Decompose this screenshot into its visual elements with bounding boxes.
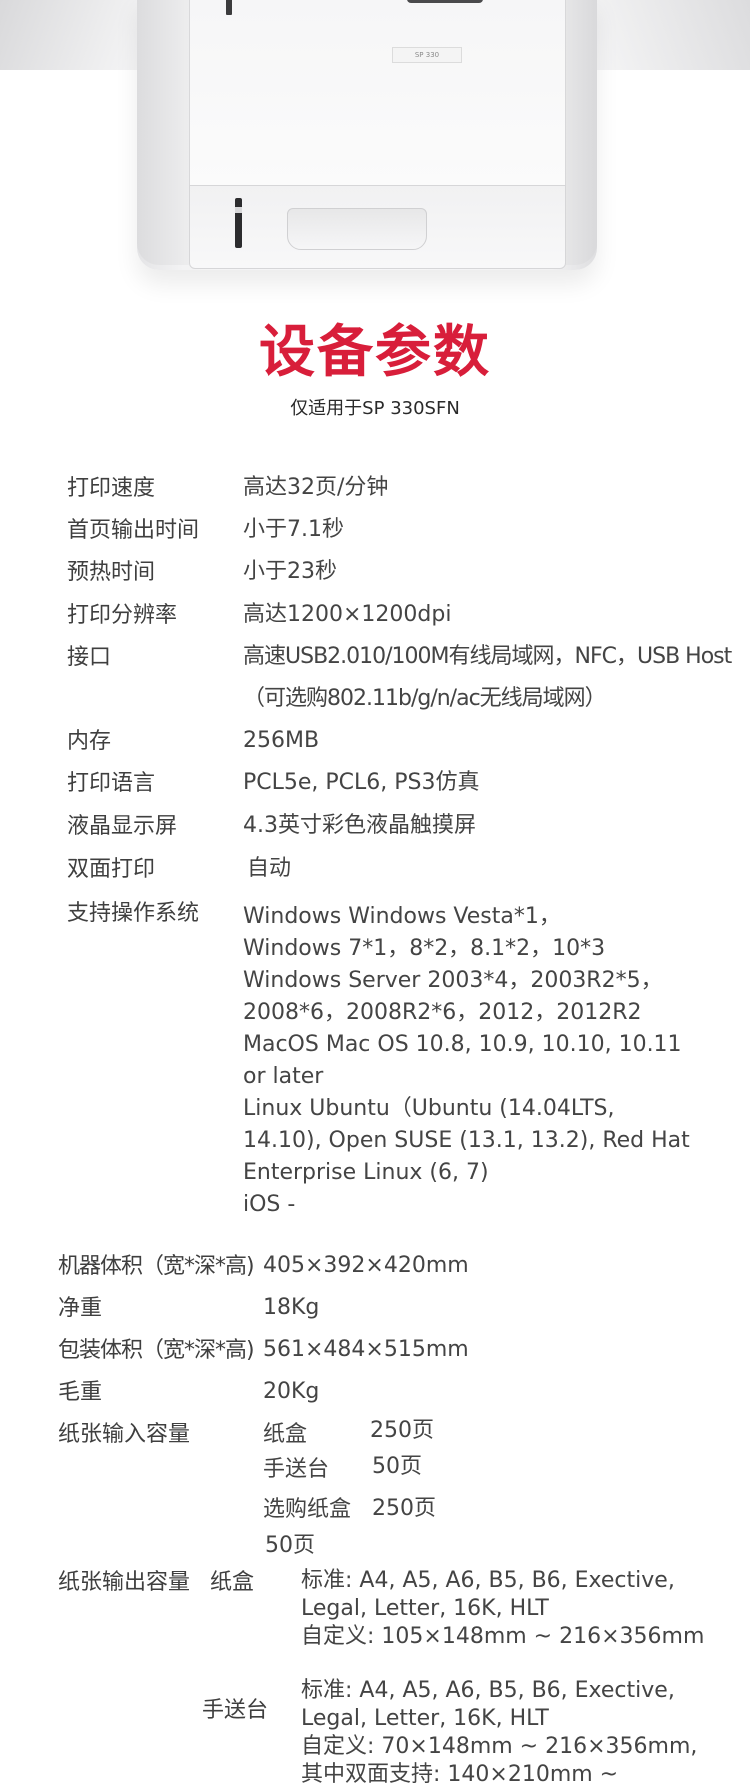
spec-label: 包装体积（宽*深*高) xyxy=(58,1338,255,1363)
spec-value: 小于7.1秒 xyxy=(243,517,344,542)
os-line: 14.10), Open SUSE (13.1, 13.2), Red Hat xyxy=(243,1128,690,1153)
os-line: Windows 7*1，8*2，8.1*2，10*3 xyxy=(243,936,606,961)
spec-label: 纸张输入容量 xyxy=(58,1422,191,1447)
spec-label: 液晶显示屏 xyxy=(67,814,178,839)
paper-tray xyxy=(189,185,566,269)
backdrop-right xyxy=(590,0,750,70)
input-source: 手送台 xyxy=(263,1457,330,1482)
os-line: or later xyxy=(243,1064,324,1089)
page-title: 设备参数 xyxy=(259,320,491,385)
spec-label: 纸张输出容量 xyxy=(58,1570,191,1595)
paper-gauge-icon xyxy=(235,198,242,248)
product-hero: SP 330 xyxy=(0,0,750,305)
tray-handle xyxy=(287,208,427,250)
output-bypass-line: 自定义: 70×148mm ~ 216×356mm, xyxy=(301,1734,698,1759)
output-tray-label: 纸盒 xyxy=(210,1570,255,1595)
model-badge: SP 330 xyxy=(392,47,462,63)
spec-label: 机器体积（宽*深*高) xyxy=(58,1254,255,1279)
input-capacity: 50页 xyxy=(372,1454,422,1479)
spec-value: 小于23秒 xyxy=(243,559,337,584)
input-capacity: 250页 xyxy=(370,1418,434,1443)
spec-label: 净重 xyxy=(58,1296,103,1321)
output-tray-line: 标准: A4, A5, A6, B5, B6, Exective, xyxy=(301,1568,675,1593)
latch-icon xyxy=(226,0,232,15)
output-bypass-line: 其中双面支持: 140×210mm ~ xyxy=(301,1762,619,1787)
spec-label: 打印语言 xyxy=(67,771,156,796)
spec-value: 高达32页/分钟 xyxy=(243,475,389,500)
os-line: Linux Ubuntu（Ubuntu (14.04LTS, xyxy=(243,1096,615,1121)
printer-front-panel: SP 330 xyxy=(189,0,566,186)
spec-label-os: 支持操作系统 xyxy=(67,901,200,926)
spec-value: 561×484×515mm xyxy=(263,1337,469,1362)
backdrop-left xyxy=(0,0,145,70)
input-capacity-extra: 50页 xyxy=(265,1533,315,1558)
output-bypass-label: 手送台 xyxy=(202,1698,269,1723)
output-slot xyxy=(407,0,483,3)
spec-value: 高达1200×1200dpi xyxy=(243,602,452,627)
spec-value: 405×392×420mm xyxy=(263,1253,469,1278)
printer-icon: SP 330 xyxy=(137,0,597,270)
spec-value-note: （可选购802.11b/g/n/ac无线局域网） xyxy=(243,686,607,711)
spec-label: 双面打印 xyxy=(67,857,156,882)
spec-value: 高速USB2.010/100M有线局域网，NFC，USB Host xyxy=(243,644,732,669)
output-tray-line: Legal, Letter, 16K, HLT xyxy=(301,1596,549,1621)
input-capacity: 250页 xyxy=(372,1496,436,1521)
spec-value: 18Kg xyxy=(263,1295,320,1320)
page-subtitle: 仅适用于SP 330SFN xyxy=(290,398,460,419)
spec-label: 打印分辨率 xyxy=(67,603,178,628)
input-source: 纸盒 xyxy=(263,1422,308,1447)
os-line: iOS - xyxy=(243,1192,296,1217)
os-line: 2008*6，2008R2*6，2012，2012R2 xyxy=(243,1000,642,1025)
spec-label: 预热时间 xyxy=(67,560,156,585)
spec-value: 自动 xyxy=(247,856,292,881)
spec-label: 接口 xyxy=(67,645,112,670)
os-line: Windows Windows Vesta*1， xyxy=(243,904,561,929)
output-bypass-line: 标准: A4, A5, A6, B5, B6, Exective, xyxy=(301,1678,675,1703)
output-tray-line: 自定义: 105×148mm ~ 216×356mm xyxy=(301,1624,705,1649)
os-line: MacOS Mac OS 10.8, 10.9, 10.10, 10.11 xyxy=(243,1032,682,1057)
output-bypass-line: Legal, Letter, 16K, HLT xyxy=(301,1706,549,1731)
spec-label: 打印速度 xyxy=(67,476,156,501)
spec-value: 20Kg xyxy=(263,1379,320,1404)
spec-value: PCL5e, PCL6, PS3仿真 xyxy=(243,770,480,795)
spec-label: 内存 xyxy=(67,729,112,754)
spec-value: 256MB xyxy=(243,728,320,753)
spec-value: 4.3英寸彩色液晶触摸屏 xyxy=(243,813,476,838)
os-line: Windows Server 2003*4，2003R2*5， xyxy=(243,968,663,993)
spec-label: 毛重 xyxy=(58,1380,103,1405)
input-source: 选购纸盒 xyxy=(263,1497,352,1522)
os-line: Enterprise Linux (6, 7) xyxy=(243,1160,489,1185)
spec-label: 首页输出时间 xyxy=(67,518,200,543)
